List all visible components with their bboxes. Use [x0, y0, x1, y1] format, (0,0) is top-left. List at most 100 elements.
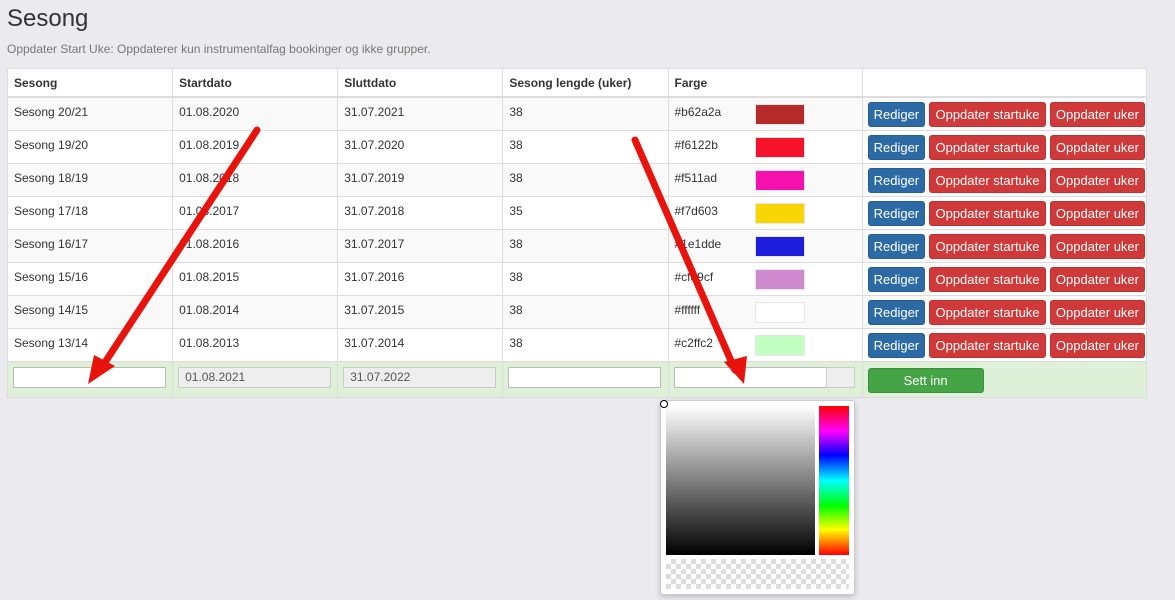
table-row: Sesong 13/14 01.08.2013 31.07.2014 38 #c2ffc… [6, 327, 1148, 362]
new-farge-cell [667, 360, 863, 398]
new-lengde-input[interactable] [508, 366, 662, 388]
cell-startdato: 01.08.2015 [172, 261, 339, 296]
cell-sesong: Sesong 17/18 [6, 195, 174, 230]
color-swatch [754, 334, 805, 356]
oppdater-startuke-button[interactable]: Oppdater startuke [929, 299, 1046, 325]
color-swatch [754, 136, 805, 158]
new-lengde-cell [502, 360, 669, 398]
new-sesong-input[interactable] [13, 366, 166, 388]
oppdater-uker-button[interactable]: Oppdater uker [1049, 102, 1145, 127]
color-swatch [754, 268, 805, 290]
seasons-table: Sesong Startdato Sluttdato Sesong lengde… [6, 68, 1148, 398]
farge-hex: #ffffff [674, 302, 701, 317]
new-sluttdato-input[interactable] [343, 366, 497, 388]
new-slutt-cell [337, 360, 504, 398]
oppdater-startuke-button[interactable]: Oppdater startuke [929, 134, 1046, 160]
farge-hex: #b62a2a [674, 105, 722, 119]
page-title: Sesong [7, 5, 89, 32]
cell-lengde: 38 [502, 228, 669, 263]
cell-farge: #b62a2a [667, 96, 863, 131]
cell-lengde: 38 [502, 327, 669, 362]
oppdater-uker-button[interactable]: Oppdater uker [1049, 266, 1145, 292]
oppdater-uker-button[interactable]: Oppdater uker [1049, 200, 1145, 226]
cell-sluttdato: 31.07.2016 [337, 261, 504, 296]
rediger-button[interactable]: Rediger [867, 200, 926, 226]
cell-farge: #cf89cf [667, 261, 863, 296]
new-season-row: Sett inn [6, 360, 1148, 398]
cell-actions: Rediger Oppdater startuke Oppdater uker [861, 162, 1148, 197]
hue-slider[interactable] [819, 406, 849, 555]
cell-sesong: Sesong 19/20 [6, 129, 174, 164]
cell-startdato: 01.08.2019 [172, 129, 339, 164]
new-sesong-cell [6, 360, 174, 398]
cell-sesong: Sesong 14/15 [6, 294, 174, 329]
oppdater-uker-button[interactable]: Oppdater uker [1049, 167, 1145, 193]
cell-sesong: Sesong 15/16 [6, 261, 174, 296]
header-sesong[interactable]: Sesong [6, 68, 174, 98]
rediger-button[interactable]: Rediger [867, 233, 926, 259]
oppdater-startuke-button[interactable]: Oppdater startuke [929, 266, 1046, 292]
rediger-button[interactable]: Rediger [867, 299, 926, 325]
rediger-button[interactable]: Rediger [867, 332, 926, 358]
table-row: Sesong 14/15 01.08.2014 31.07.2015 38 #fffff… [6, 294, 1148, 329]
cell-lengde: 38 [502, 261, 669, 296]
header-startdato[interactable]: Startdato [172, 68, 339, 98]
color-swatch [754, 301, 805, 323]
header-sluttdato[interactable]: Sluttdato [337, 68, 504, 98]
cell-actions: Rediger Oppdater startuke Oppdater uker [861, 327, 1148, 362]
table-row: Sesong 16/17 01.08.2016 31.07.2017 38 #1e1dd… [6, 228, 1148, 263]
cell-actions: Rediger Oppdater startuke Oppdater uker [861, 96, 1148, 131]
cell-actions: Rediger Oppdater startuke Oppdater uker [861, 195, 1148, 230]
table-row: Sesong 15/16 01.08.2015 31.07.2016 38 #cf89c… [6, 261, 1148, 296]
oppdater-uker-button[interactable]: Oppdater uker [1049, 233, 1145, 259]
oppdater-startuke-button[interactable]: Oppdater startuke [929, 167, 1046, 193]
cell-sluttdato: 31.07.2014 [337, 327, 504, 362]
new-start-cell [172, 360, 339, 398]
cell-sesong: Sesong 20/21 [6, 96, 174, 131]
sett-inn-button[interactable]: Sett inn [867, 367, 984, 393]
color-swatch [754, 104, 805, 125]
rediger-button[interactable]: Rediger [867, 102, 926, 127]
oppdater-startuke-button[interactable]: Oppdater startuke [929, 200, 1046, 226]
header-farge[interactable]: Farge [667, 68, 863, 98]
color-picker-field [673, 366, 856, 388]
oppdater-uker-button[interactable]: Oppdater uker [1049, 332, 1145, 358]
cell-startdato: 01.08.2013 [172, 327, 339, 362]
cell-lengde: 38 [502, 162, 669, 197]
oppdater-startuke-button[interactable]: Oppdater startuke [929, 332, 1046, 358]
cell-farge: #ffffff [667, 294, 863, 329]
rediger-button[interactable]: Rediger [867, 266, 926, 292]
new-startdato-input[interactable] [178, 366, 332, 388]
table-row: Sesong 18/19 01.08.2018 31.07.2019 38 #f511a… [6, 162, 1148, 197]
new-farge-input[interactable] [673, 366, 827, 388]
oppdater-startuke-button[interactable]: Oppdater startuke [929, 102, 1046, 127]
cell-sluttdato: 31.07.2015 [337, 294, 504, 329]
header-actions [861, 68, 1148, 98]
alpha-slider[interactable] [666, 559, 849, 589]
oppdater-startuke-button[interactable]: Oppdater startuke [929, 233, 1046, 259]
saturation-area[interactable] [666, 406, 815, 555]
farge-hex: #1e1dde [674, 236, 722, 251]
cell-startdato: 01.08.2014 [172, 294, 339, 329]
color-swatch [754, 169, 805, 191]
rediger-button[interactable]: Rediger [867, 134, 926, 160]
cell-sluttdato: 31.07.2019 [337, 162, 504, 197]
farge-hex: #f7d603 [674, 203, 718, 218]
cell-lengde: 38 [502, 294, 669, 329]
cell-sluttdato: 31.07.2017 [337, 228, 504, 263]
cell-startdato: 01.08.2017 [172, 195, 339, 230]
header-sesong-lengde[interactable]: Sesong lengde (uker) [502, 68, 669, 98]
color-picker-popup [660, 400, 855, 595]
cell-farge: #1e1dde [667, 228, 863, 263]
farge-hex: #c2ffc2 [674, 335, 713, 350]
oppdater-uker-button[interactable]: Oppdater uker [1049, 299, 1145, 325]
rediger-button[interactable]: Rediger [867, 167, 926, 193]
cell-startdato: 01.08.2020 [172, 96, 339, 131]
cell-sluttdato: 31.07.2021 [337, 96, 504, 131]
table-row: Sesong 17/18 01.08.2017 31.07.2018 35 #f7d60… [6, 195, 1148, 230]
cell-actions: Rediger Oppdater startuke Oppdater uker [861, 294, 1148, 329]
cell-lengde: 38 [502, 96, 669, 131]
color-picker-toggle[interactable] [825, 366, 855, 388]
oppdater-uker-button[interactable]: Oppdater uker [1049, 134, 1145, 160]
cell-farge: #f7d603 [667, 195, 863, 230]
